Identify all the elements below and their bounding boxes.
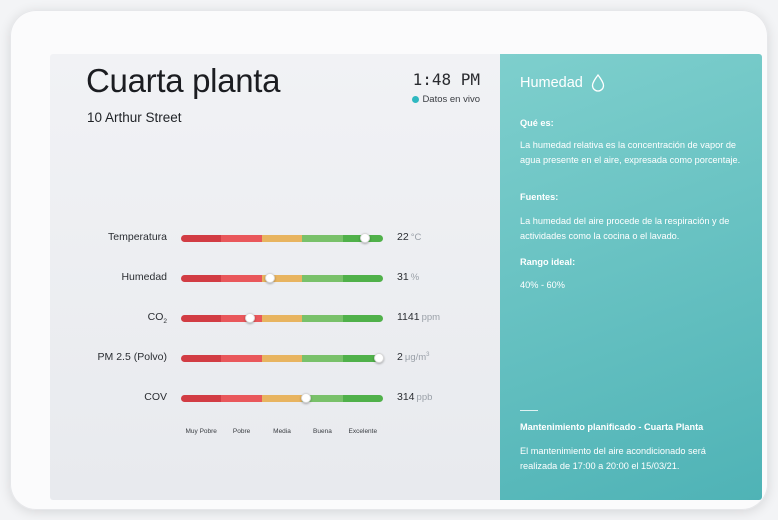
metric-label: CO2 — [148, 311, 167, 325]
bar-segment — [261, 355, 303, 362]
metric-value-number: 22 — [397, 231, 409, 243]
maintenance-heading: Mantenimiento planificado - Cuarta Plant… — [520, 422, 704, 432]
bar-segment — [342, 395, 383, 402]
metric-label: COV — [144, 391, 167, 403]
clock: 1:48 PM — [412, 70, 480, 89]
scale-label: Media — [273, 428, 291, 435]
metric-label-text: Humedad — [121, 271, 167, 283]
metric-unit: μg/m3 — [405, 352, 430, 363]
metric-level-indicator — [373, 353, 384, 363]
page-title: Cuarta planta — [86, 62, 281, 99]
metric-unit-text: ppb — [416, 392, 433, 403]
bar-segment — [181, 275, 222, 282]
metric-unit-text: % — [410, 272, 420, 283]
metric-quality-bar — [181, 275, 383, 282]
bar-segment — [221, 395, 262, 402]
dashboard-screen: Cuarta planta 10 Arthur Street 1:48 PM D… — [50, 54, 762, 500]
bar-segment — [342, 315, 383, 322]
divider — [520, 410, 538, 411]
water-drop-icon — [591, 74, 605, 92]
live-dot-icon — [412, 96, 420, 103]
bar-segment — [302, 315, 343, 322]
air-quality-panel: Cuarta planta 10 Arthur Street 1:48 PM D… — [50, 54, 500, 500]
metric-label-text: CO — [147, 311, 164, 323]
metric-level-indicator — [359, 233, 370, 243]
metric-quality-bar — [181, 235, 383, 242]
metric-label: Temperatura — [108, 231, 167, 243]
metric-value-number: 314 — [397, 391, 415, 403]
metric-value: 22 °C — [397, 231, 421, 243]
maintenance-text: El mantenimiento del aire acondicionado … — [520, 446, 706, 471]
metric-unit-text: ppm — [421, 312, 441, 323]
metric-value: 314 ppb — [397, 391, 432, 403]
bar-segment — [221, 275, 262, 282]
what-heading: Qué es: — [520, 118, 554, 128]
metric-value-number: 2 — [397, 351, 403, 363]
metric-unit: ppm — [422, 312, 440, 323]
tablet-frame: Cuarta planta 10 Arthur Street 1:48 PM D… — [10, 10, 768, 510]
bar-segment — [302, 275, 343, 282]
metric-quality-bar — [181, 315, 383, 322]
metric-unit: % — [411, 272, 419, 283]
info-title-text: Humedad — [520, 75, 583, 91]
metric-unit-text: μg/m — [404, 352, 427, 363]
metric-row[interactable]: Humedad 31% — [50, 268, 500, 288]
metric-label-text: Temperatura — [108, 231, 167, 243]
sources-heading: Fuentes: — [520, 192, 559, 202]
bar-segment — [181, 315, 222, 322]
bar-segment — [221, 235, 262, 242]
what-text: La humedad relativa es la concentración … — [520, 140, 741, 165]
range-text: 40% - 60% — [520, 280, 565, 290]
metric-label-text: COV — [144, 391, 167, 403]
bar-segment — [221, 315, 262, 322]
info-title: Humedad — [520, 74, 605, 92]
metric-unit-superscript: 3 — [426, 351, 430, 358]
metric-value: 31% — [397, 271, 419, 283]
metric-value-number: 1141 — [397, 311, 420, 323]
bar-segment — [302, 235, 343, 242]
bar-segment — [261, 395, 303, 402]
metric-row[interactable]: COV 314 ppb — [50, 388, 500, 408]
metric-unit-text: °C — [410, 232, 422, 243]
metric-row[interactable]: PM 2.5 (Polvo) 2 μg/m3 — [50, 348, 500, 368]
metric-level-indicator — [244, 313, 255, 323]
live-data-label: Datos en vivo — [422, 94, 480, 105]
metric-unit: °C — [411, 232, 422, 243]
quality-scale-legend: Muy Pobre Pobre Media Buena Excelente — [181, 428, 383, 435]
metric-quality-bar — [181, 395, 383, 402]
metric-value: 2 μg/m3 — [397, 351, 430, 363]
bar-segment — [342, 275, 383, 282]
metric-unit: ppb — [417, 392, 433, 403]
metric-label-text: PM 2.5 (Polvo) — [97, 351, 167, 363]
bar-segment — [302, 355, 343, 362]
metric-row[interactable]: CO2 1141 ppm — [50, 308, 500, 328]
range-heading: Rango ideal: — [520, 257, 576, 267]
scale-label: Buena — [313, 428, 332, 435]
metric-level-indicator — [264, 273, 275, 283]
live-data-indicator: Datos en vivo — [412, 94, 480, 105]
metric-row[interactable]: Temperatura 22 °C — [50, 228, 500, 248]
metric-value: 1141 ppm — [397, 311, 440, 323]
metric-value-number: 31 — [397, 271, 409, 283]
bar-segment — [221, 355, 262, 362]
bar-segment — [261, 315, 303, 322]
metric-label: Humedad — [121, 271, 167, 283]
sources-text: La humedad del aire procede de la respir… — [520, 216, 730, 241]
bar-segment — [181, 235, 222, 242]
bar-segment — [181, 355, 222, 362]
building-address: 10 Arthur Street — [87, 110, 182, 125]
metric-label: PM 2.5 (Polvo) — [98, 351, 167, 363]
scale-label: Excelente — [348, 428, 378, 435]
scale-label: Pobre — [232, 428, 251, 435]
metric-label-subscript: 2 — [163, 318, 167, 326]
metric-quality-bar — [181, 355, 383, 362]
info-panel: Humedad Qué es: La humedad relativa es l… — [500, 54, 762, 500]
bar-segment — [261, 235, 303, 242]
scale-label: Muy Pobre — [185, 428, 217, 435]
bar-segment — [181, 395, 222, 402]
